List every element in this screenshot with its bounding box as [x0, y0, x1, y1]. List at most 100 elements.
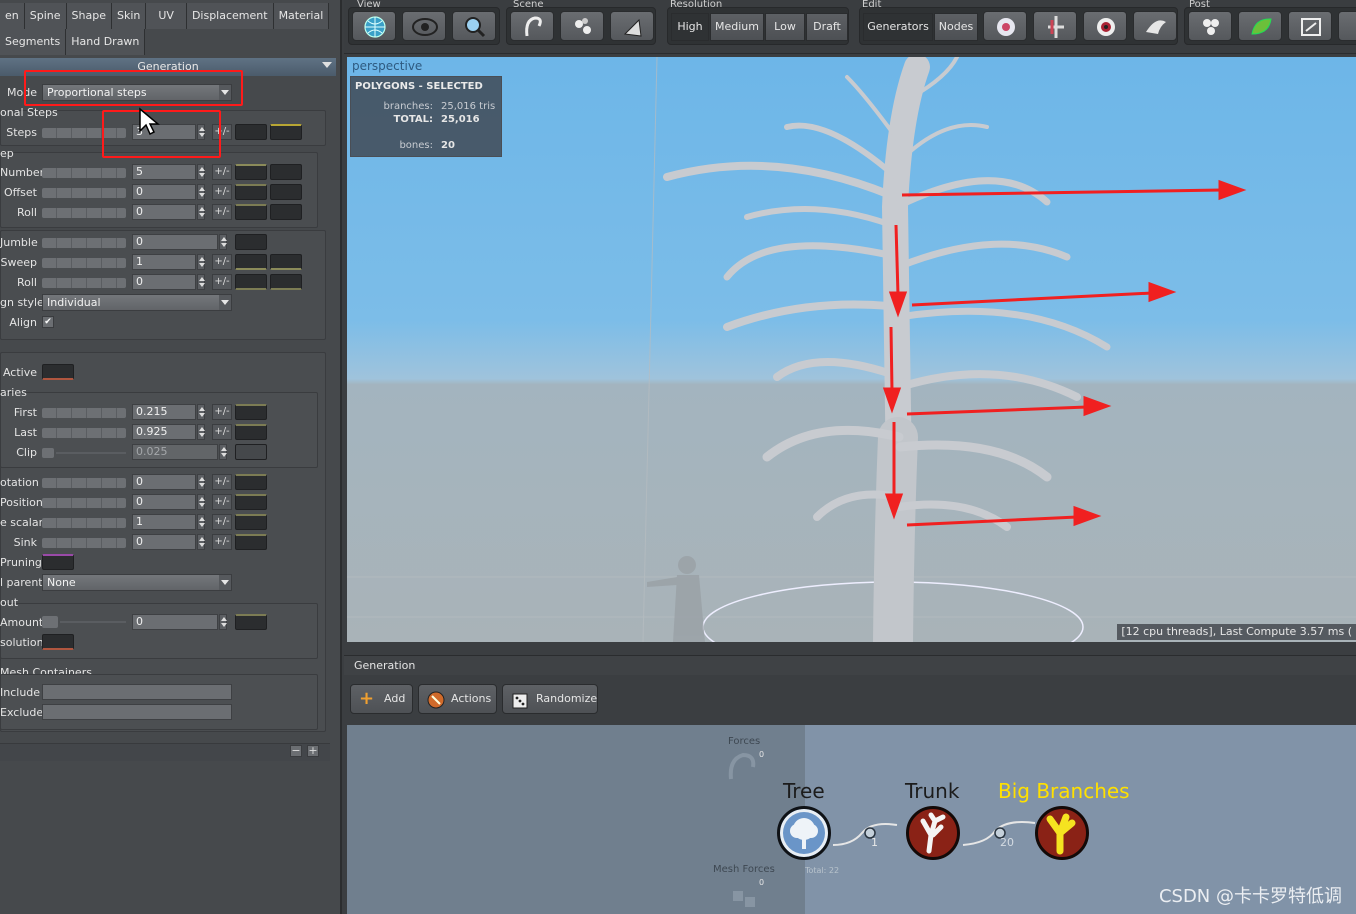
tab-displacement[interactable]: Displacement	[186, 3, 274, 29]
tab-shape[interactable]: Shape	[66, 3, 112, 29]
tab-skin[interactable]: Skin	[111, 3, 147, 29]
pruning-swatch[interactable]	[42, 554, 74, 570]
roll2-spinner[interactable]	[197, 274, 205, 290]
node-tree[interactable]	[777, 806, 831, 860]
sink-spinner[interactable]	[197, 534, 205, 550]
offset-curve-swatch[interactable]	[235, 184, 267, 200]
cluster-icon[interactable]	[1188, 11, 1232, 41]
number-curve-swatch[interactable]	[235, 164, 267, 180]
offset-input[interactable]: 0	[132, 184, 196, 200]
roll-curve-swatch[interactable]	[235, 204, 267, 220]
generators-button[interactable]: Generators	[863, 13, 933, 41]
roll-slider[interactable]	[42, 208, 126, 218]
flower-icon[interactable]	[983, 11, 1027, 41]
minus-icon[interactable]: −	[290, 745, 302, 757]
first-input[interactable]: 0.215	[132, 404, 196, 420]
hook-icon[interactable]	[510, 11, 554, 41]
tab-segments[interactable]: Segments	[0, 29, 67, 55]
align-style-dropdown[interactable]: Individual	[42, 294, 232, 311]
position-curve-swatch[interactable]	[235, 494, 267, 510]
collapse-arrow-icon[interactable]	[322, 62, 332, 68]
sweep-curve-swatch-2[interactable]	[270, 254, 302, 270]
offset-spinner[interactable]	[197, 184, 205, 200]
number-slider[interactable]	[42, 168, 126, 178]
molecule-icon[interactable]	[560, 11, 604, 41]
sweep-input[interactable]: 1	[132, 254, 196, 270]
exclude-field[interactable]	[42, 704, 232, 720]
amount-slider-handle[interactable]	[42, 616, 58, 628]
offset-curve-swatch-2[interactable]	[270, 184, 302, 200]
jumble-input[interactable]: 0	[132, 234, 218, 250]
amount-slider-track[interactable]	[60, 621, 126, 623]
clip-spinner[interactable]	[219, 444, 227, 460]
number-plusminus-button[interactable]: +/-	[212, 164, 232, 180]
last-slider[interactable]	[42, 428, 126, 438]
resolution-medium-button[interactable]: Medium	[710, 13, 764, 41]
plus-icon[interactable]: +	[307, 745, 319, 757]
amount-input[interactable]: 0	[132, 614, 218, 630]
parent-dropdown[interactable]: None	[42, 574, 232, 591]
last-curve-swatch[interactable]	[235, 424, 267, 440]
resolution-draft-button[interactable]: Draft	[806, 13, 848, 41]
magnify-icon[interactable]	[452, 11, 496, 41]
jumble-slider[interactable]	[42, 238, 126, 248]
jumble-spinner[interactable]	[219, 234, 227, 250]
node-trunk[interactable]	[906, 806, 960, 860]
resolution-swatch[interactable]	[42, 634, 74, 650]
scalar-curve-swatch[interactable]	[235, 514, 267, 530]
align-checkbox[interactable]: ✔	[42, 316, 54, 328]
tab-material[interactable]: Material	[273, 3, 330, 29]
rotation-curve-swatch[interactable]	[235, 474, 267, 490]
tab-en[interactable]: en	[0, 3, 25, 29]
first-spinner[interactable]	[197, 404, 205, 420]
first-plusminus-button[interactable]: +/-	[212, 404, 232, 420]
rotation-spinner[interactable]	[197, 474, 205, 490]
roll2-plusminus-button[interactable]: +/-	[212, 274, 232, 290]
nodes-button[interactable]: Nodes	[934, 13, 978, 41]
roll2-curve-swatch[interactable]	[235, 274, 267, 290]
roll-spinner[interactable]	[197, 204, 205, 220]
first-curve-swatch[interactable]	[235, 404, 267, 420]
offset-slider[interactable]	[42, 188, 126, 198]
rotation-slider[interactable]	[42, 478, 126, 488]
scalar-slider[interactable]	[42, 518, 126, 528]
3d-viewport[interactable]: perspective POLYGONS - SELECTED branches…	[347, 57, 1356, 642]
number-spinner[interactable]	[197, 164, 205, 180]
clip-curve-swatch[interactable]	[235, 444, 267, 460]
funnel-icon[interactable]	[610, 11, 654, 41]
resolution-low-button[interactable]: Low	[765, 13, 805, 41]
roll2-input[interactable]: 0	[132, 274, 196, 290]
amount-spinner[interactable]	[219, 614, 227, 630]
first-slider[interactable]	[42, 408, 126, 418]
sweep-spinner[interactable]	[197, 254, 205, 270]
roll-input[interactable]: 0	[132, 204, 196, 220]
tab-uv[interactable]: UV	[146, 3, 187, 29]
roll-curve-swatch-2[interactable]	[270, 204, 302, 220]
add-node-icon[interactable]	[1033, 11, 1077, 41]
position-plusminus-button[interactable]: +/-	[212, 494, 232, 510]
bird-icon[interactable]	[1133, 11, 1177, 41]
tab-hand-drawn[interactable]: Hand Drawn	[66, 29, 146, 55]
scalar-spinner[interactable]	[197, 514, 205, 530]
jumble-curve-swatch[interactable]	[235, 234, 267, 250]
clip-slider-handle[interactable]	[42, 448, 54, 458]
number-input[interactable]: 5	[132, 164, 196, 180]
eye-icon[interactable]	[402, 11, 446, 41]
target-icon[interactable]	[1083, 11, 1127, 41]
sink-curve-swatch[interactable]	[235, 534, 267, 550]
include-field[interactable]	[42, 684, 232, 700]
leaf-icon[interactable]	[1238, 11, 1282, 41]
last-input[interactable]: 0.925	[132, 424, 196, 440]
scalar-input[interactable]: 1	[132, 514, 196, 530]
roll2-slider[interactable]	[42, 278, 126, 288]
position-slider[interactable]	[42, 498, 126, 508]
rotation-plusminus-button[interactable]: +/-	[212, 474, 232, 490]
export-icon[interactable]	[1288, 11, 1332, 41]
active-swatch[interactable]	[42, 364, 74, 380]
resolution-high-button[interactable]: High	[671, 13, 709, 41]
steps-curve-swatch[interactable]	[235, 124, 267, 140]
position-input[interactable]: 0	[132, 494, 196, 510]
add-button[interactable]: + Add	[350, 684, 413, 714]
sweep-plusminus-button[interactable]: +/-	[212, 254, 232, 270]
node-graph[interactable]: Forces 0 Mesh Forces 0 Tree Total: 22 Tr…	[347, 725, 1356, 914]
